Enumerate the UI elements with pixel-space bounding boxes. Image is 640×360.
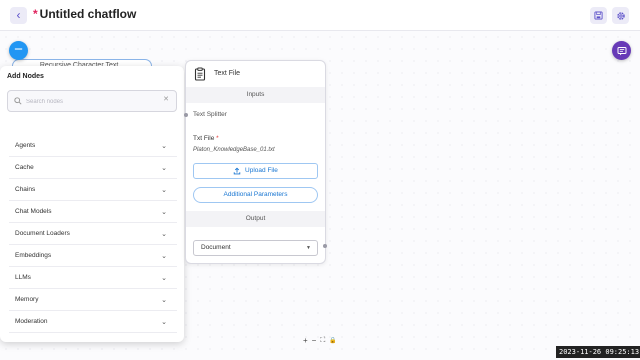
collapse-add-nodes-button[interactable]: − — [9, 41, 28, 60]
clipboard-icon — [194, 67, 206, 81]
settings-button[interactable] — [612, 7, 629, 24]
selected-file-name: Platon_KnowledgeBase_01.txt — [193, 147, 275, 153]
chat-button[interactable] — [612, 41, 631, 60]
output-select[interactable]: Document ▼ — [193, 240, 318, 256]
chevron-down-icon: ⌄ — [161, 164, 167, 172]
search-box[interactable]: ✕ — [7, 90, 177, 112]
caret-down-icon: ▼ — [306, 245, 311, 251]
save-icon — [594, 11, 603, 20]
page-title[interactable]: * Untitled chatflow — [33, 7, 136, 21]
search-icon — [14, 97, 22, 105]
category-label: Memory — [15, 296, 39, 303]
timestamp: 2023-11-26 09:25:13 — [556, 346, 640, 358]
category-label: Agents — [15, 142, 36, 149]
minus-icon: − — [14, 41, 23, 58]
output-select-value: Document — [201, 244, 231, 251]
back-button[interactable]: ‹ — [10, 7, 27, 24]
upload-file-label: Upload File — [245, 167, 278, 174]
output-section-header: Output — [186, 211, 325, 227]
txt-file-label-text: Txt File — [193, 135, 215, 142]
chevron-down-icon: ⌄ — [161, 252, 167, 260]
category-document-loaders[interactable]: Document Loaders ⌄ — [9, 223, 177, 245]
chevron-down-icon: ⌄ — [161, 208, 167, 216]
header-bar: ‹ * Untitled chatflow — [0, 0, 640, 31]
chevron-down-icon: ⌄ — [161, 296, 167, 304]
text-splitter-label: Text Splitter — [193, 111, 227, 118]
text-file-node[interactable]: Text File Inputs Text Splitter Txt File … — [184, 60, 327, 264]
category-agents[interactable]: Agents ⌄ — [9, 135, 177, 157]
save-button[interactable] — [590, 7, 607, 24]
inputs-section-header: Inputs — [186, 87, 325, 103]
zoom-out-button[interactable]: − — [312, 336, 317, 345]
text-splitter-input-handle[interactable] — [184, 113, 188, 117]
gear-icon — [616, 11, 625, 20]
add-nodes-title: Add Nodes — [7, 73, 44, 80]
search-input[interactable] — [26, 95, 162, 108]
fit-view-button[interactable]: ⛶ — [320, 337, 325, 345]
add-nodes-panel: Add Nodes ✕ Agents ⌄ Cache ⌄ Chains ⌄ Ch… — [0, 66, 184, 342]
chevron-down-icon: ⌄ — [161, 186, 167, 194]
chevron-down-icon: ⌄ — [161, 142, 167, 150]
category-label: Chat Models — [15, 208, 52, 215]
chevron-down-icon: ⌄ — [161, 230, 167, 238]
txt-file-label: Txt File * — [193, 135, 219, 142]
category-label: LLMs — [15, 274, 31, 281]
category-label: Moderation — [15, 318, 48, 325]
category-label: Embeddings — [15, 252, 52, 259]
chevron-down-icon: ⌄ — [161, 318, 167, 326]
category-memory[interactable]: Memory ⌄ — [9, 289, 177, 311]
zoom-in-button[interactable]: + — [303, 336, 308, 345]
additional-parameters-label: Additional Parameters — [223, 191, 288, 198]
required-marker: * — [216, 135, 219, 142]
chat-icon — [617, 46, 626, 55]
category-chat-models[interactable]: Chat Models ⌄ — [9, 201, 177, 223]
category-cache[interactable]: Cache ⌄ — [9, 157, 177, 179]
category-llms[interactable]: LLMs ⌄ — [9, 267, 177, 289]
unsaved-marker: * — [33, 7, 38, 21]
chevron-left-icon: ‹ — [16, 8, 21, 22]
upload-file-button[interactable]: Upload File — [193, 163, 318, 179]
category-list: Agents ⌄ Cache ⌄ Chains ⌄ Chat Models ⌄ … — [9, 135, 177, 333]
category-label: Cache — [15, 164, 34, 171]
node-title: Text File — [214, 70, 241, 77]
additional-parameters-button[interactable]: Additional Parameters — [193, 187, 318, 203]
upload-icon — [233, 167, 241, 175]
document-output-handle[interactable] — [323, 244, 327, 248]
close-icon[interactable]: ✕ — [163, 95, 169, 103]
lock-button[interactable]: 🔒 — [329, 337, 336, 344]
category-chains[interactable]: Chains ⌄ — [9, 179, 177, 201]
category-moderation[interactable]: Moderation ⌄ — [9, 311, 177, 333]
category-embeddings[interactable]: Embeddings ⌄ — [9, 245, 177, 267]
chatflow-title: Untitled chatflow — [39, 7, 137, 21]
chevron-down-icon: ⌄ — [161, 274, 167, 282]
canvas-controls: + − ⛶ 🔒 — [303, 336, 337, 345]
category-label: Document Loaders — [15, 230, 70, 237]
category-label: Chains — [15, 186, 36, 193]
